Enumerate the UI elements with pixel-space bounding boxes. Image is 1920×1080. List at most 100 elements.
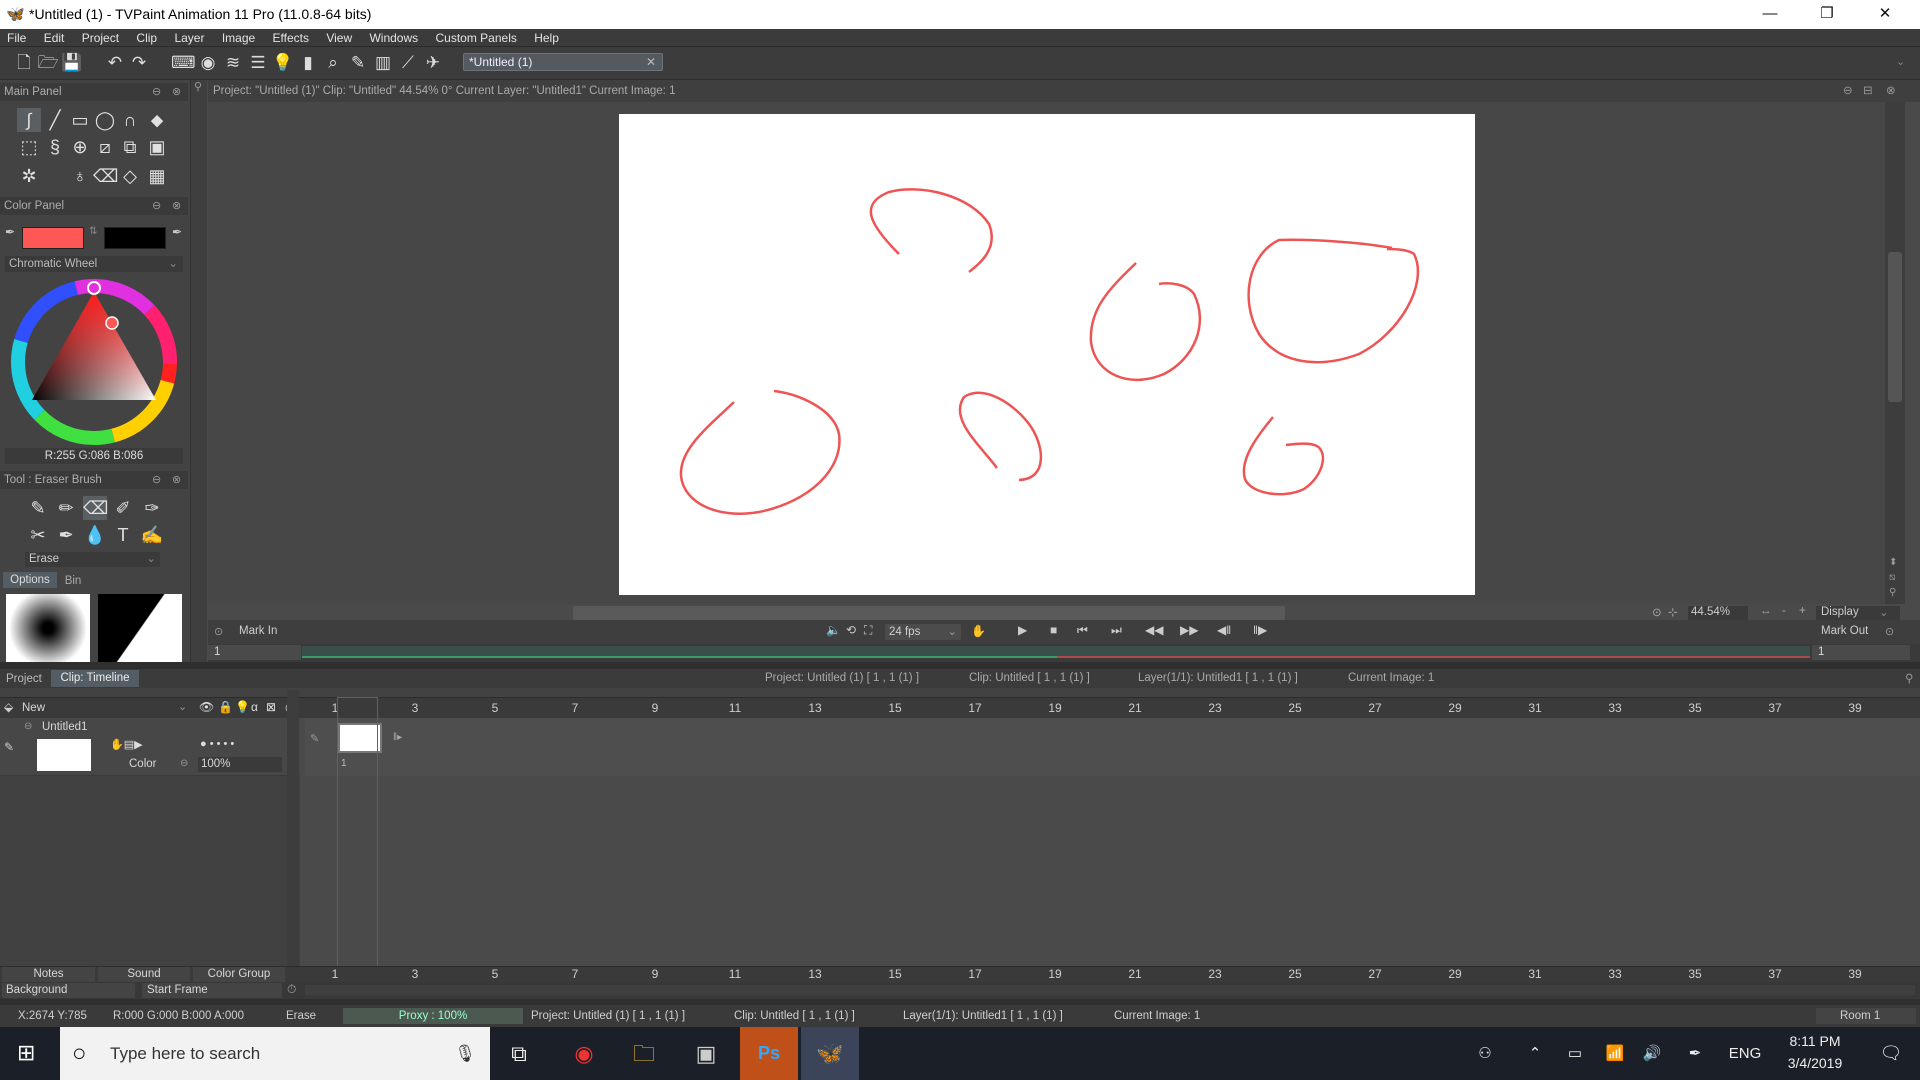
tab-project[interactable]: Project (6, 673, 42, 685)
timer-icon[interactable]: ⏱ (287, 982, 296, 997)
menu-clip[interactable]: Clip (129, 29, 164, 47)
layer-opacity-field[interactable]: 100% (198, 757, 282, 772)
smudge-icon[interactable]: ♁ (68, 164, 92, 188)
language-indicator[interactable]: ENG (1725, 1027, 1765, 1080)
secondary-color-swatch[interactable] (104, 227, 166, 249)
panel-close-icon[interactable]: ⊗ (172, 83, 181, 101)
viewport-close-icon[interactable]: ⊗ (1886, 80, 1896, 102)
menu-help[interactable]: Help (527, 29, 566, 47)
mark-in-toggle-icon[interactable]: ⊙ (214, 625, 223, 638)
fullscreen-icon[interactable]: ⛶ (864, 623, 872, 638)
menu-custom-panels[interactable]: Custom Panels (429, 29, 524, 47)
pen-brush-icon[interactable]: ✎ (26, 496, 50, 520)
special-brush-icon[interactable]: ✍ (140, 523, 164, 547)
toolbar-expand-icon[interactable]: ⌄ (1896, 55, 1905, 68)
zoom-field[interactable]: 44.54% (1688, 606, 1748, 620)
layer-blend-mode[interactable]: Color (129, 758, 156, 770)
panel-close-icon[interactable]: ⊗ (172, 471, 181, 489)
knife-brush-icon[interactable]: ✒ (54, 523, 78, 547)
lightbulb-icon[interactable]: 💡 (272, 52, 294, 74)
photoshop-icon[interactable]: Ps (740, 1027, 798, 1080)
layers-icon[interactable]: ☰ (247, 52, 269, 74)
tab-options[interactable]: Options (3, 572, 57, 588)
first-frame-icon[interactable]: ⏮ (1077, 623, 1088, 638)
current-frame-cursor[interactable] (337, 697, 378, 982)
frame-ruler-bottom[interactable]: 1 3 5 7 9 11 13 15 17 19 21 23 25 27 29 31 33 35 37 39 (305, 964, 1920, 981)
people-icon[interactable]: ⚇ (1470, 1027, 1500, 1080)
lasso-icon[interactable]: § (43, 135, 67, 159)
loop-icon[interactable]: ⟲ (846, 623, 856, 637)
tab-clip-timeline[interactable]: Clip: Timeline (51, 670, 139, 687)
start-frame-select[interactable]: Start Frame (142, 983, 282, 998)
new-file-icon[interactable]: 🗋 (13, 52, 35, 74)
view-flip-icon[interactable]: ⧅ (1889, 572, 1895, 583)
eyedropper-icon[interactable]: ✒ (172, 225, 182, 239)
menu-file[interactable]: File (0, 29, 33, 47)
minimize-button[interactable]: — (1747, 0, 1793, 29)
magnifier-icon[interactable]: ⌕ (322, 52, 344, 74)
brushes-icon[interactable]: ✎ (347, 52, 369, 74)
room-select[interactable]: Room 1 (1816, 1008, 1916, 1024)
viewport-vertical-scrollbar[interactable]: ⬍ ⧅ ⚲ (1885, 102, 1905, 604)
next-frame-icon[interactable]: ▶▶ (1180, 623, 1198, 637)
document-tab-close-icon[interactable]: ✕ (646, 54, 656, 70)
select-rect-icon[interactable]: ⬚ (17, 135, 41, 159)
new-layer-icon[interactable]: ⬙ (4, 700, 13, 714)
fps-select[interactable]: 24 fps ⌄ (885, 624, 961, 640)
previous-frame-icon[interactable]: ◀◀ (1145, 623, 1163, 637)
menu-effects[interactable]: Effects (266, 29, 316, 47)
panel-collapse-icon[interactable]: ⊖ (152, 197, 161, 215)
range-slider[interactable] (302, 646, 1810, 658)
notes-button[interactable]: Notes (2, 967, 95, 982)
color-wheel-icon[interactable]: ◉ (197, 52, 219, 74)
paper-plane-icon[interactable]: ✈ (422, 52, 444, 74)
zoom-fit-icon[interactable]: ⊙ (1652, 605, 1662, 619)
timeline-horizontal-scrollbar[interactable] (305, 985, 1915, 995)
zoom-arrows-icon[interactable]: ↔ (1760, 605, 1772, 617)
layer-paint-icon[interactable]: ✎ (4, 740, 14, 754)
water-brush-icon[interactable]: 💧 (83, 523, 107, 547)
menu-edit[interactable]: Edit (37, 29, 72, 47)
zoom-out-icon[interactable]: - (1782, 605, 1786, 617)
menu-image[interactable]: Image (215, 29, 262, 47)
taskbar-search[interactable]: ○ Type here to search 🎙 (60, 1027, 490, 1080)
swap-colors-icon[interactable]: ⇅ (89, 226, 97, 237)
play-icon[interactable]: ▶ (1018, 623, 1027, 637)
menu-layer[interactable]: Layer (167, 29, 211, 47)
open-file-icon[interactable]: 🗁 (37, 52, 59, 74)
tool-mode-select[interactable]: Erase ⌄ (25, 552, 160, 567)
alpha-icon[interactable]: α (251, 700, 258, 714)
crayon-brush-icon[interactable]: ✂ (26, 523, 50, 547)
grid-icon[interactable]: ⊠ (266, 700, 276, 714)
camera-icon[interactable]: ▣ (145, 135, 169, 159)
background-select[interactable]: Background (2, 983, 135, 998)
layer-flags-icon[interactable]: ● • • • • (200, 738, 234, 750)
left-panel-scrollbar[interactable]: ⚲ (190, 80, 207, 662)
keyboard-icon[interactable]: ⌨ (171, 52, 196, 74)
task-view-icon[interactable]: ⧉ (490, 1027, 548, 1080)
viewport-collapse-icon[interactable]: ⊖ (1843, 80, 1853, 102)
panel-collapse-icon[interactable]: ⊖ (152, 471, 161, 489)
undo-icon[interactable]: ↶ (104, 52, 126, 74)
file-explorer-icon[interactable]: 🗀 (615, 1027, 673, 1080)
menu-windows[interactable]: Windows (362, 29, 425, 47)
volume-icon[interactable]: 🔊 (1637, 1027, 1667, 1080)
primary-color-swatch[interactable] (22, 227, 84, 249)
viewport-horizontal-scrollbar[interactable] (573, 606, 1285, 620)
drawing-canvas[interactable] (619, 114, 1475, 595)
view-reset-icon[interactable]: ⚲ (1889, 587, 1896, 598)
chromatic-wheel[interactable] (10, 278, 178, 446)
library-icon[interactable]: ▥ (372, 52, 394, 74)
pin-icon[interactable]: ⚲ (194, 80, 202, 93)
sound-button[interactable]: Sound (98, 967, 190, 982)
chevron-down-icon[interactable]: ⌄ (178, 700, 187, 713)
color-mode-select[interactable]: Chromatic Wheel ⌄ (5, 256, 183, 272)
microphone-icon[interactable]: 🎙 (454, 1027, 476, 1080)
stop-icon[interactable]: ■ (1050, 623, 1057, 637)
last-frame-icon[interactable]: ⏭ (1111, 623, 1122, 638)
mark-out-field[interactable]: 1 (1812, 645, 1910, 660)
panel-splitter[interactable] (0, 662, 1920, 669)
battery-icon[interactable]: ▭ (1560, 1027, 1590, 1080)
pin-icon[interactable]: ⚲ (1905, 671, 1913, 685)
zoom-in-icon[interactable]: + (1799, 605, 1806, 617)
